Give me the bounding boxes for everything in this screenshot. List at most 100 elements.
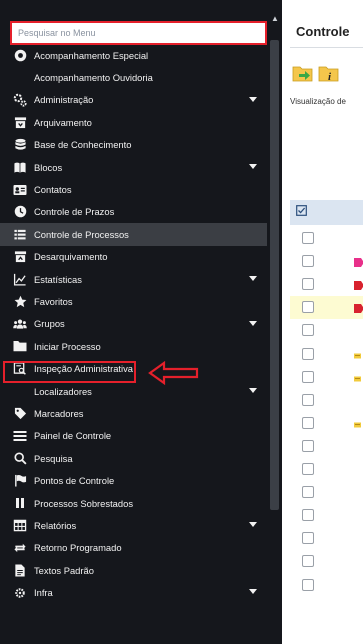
sidebar-item-relatorios[interactable]: Relatórios — [0, 514, 267, 536]
icon-spacer — [13, 71, 27, 85]
sidebar-item-label: Infra — [34, 587, 53, 599]
row-checkbox[interactable] — [302, 532, 314, 545]
sidebar-item-iniciar-processo[interactable]: Iniciar Processo — [0, 335, 267, 357]
sidebar-item-label: Iniciar Processo — [34, 340, 101, 352]
search-box — [10, 21, 267, 45]
title-divider — [290, 47, 363, 48]
sidebar-item-estatisticas[interactable]: Estatísticas — [0, 268, 267, 290]
sidebar-item-retorno-programado[interactable]: Retorno Programado — [0, 537, 267, 559]
row-checkbox[interactable] — [302, 393, 314, 406]
sidebar-item-label: Grupos — [34, 318, 65, 330]
sidebar-item-label: Favoritos — [34, 295, 73, 307]
book-icon — [13, 160, 27, 174]
sidebar-item-processos-sobrestados[interactable]: Processos Sobrestados — [0, 492, 267, 514]
chevron-down-icon[interactable] — [249, 96, 257, 102]
row-checkbox[interactable] — [302, 347, 314, 360]
sidebar-item-localizadores[interactable]: Localizadores — [0, 380, 267, 402]
row-checkbox[interactable] — [302, 278, 314, 291]
exchange-icon — [13, 541, 27, 555]
annotation-arrow-icon — [148, 361, 199, 385]
table-row — [290, 389, 363, 412]
chevron-down-icon[interactable] — [249, 522, 257, 528]
sidebar-item-grupos[interactable]: Grupos — [0, 313, 267, 335]
sidebar-item-label: Textos Padrão — [34, 564, 94, 576]
contact-card-icon — [13, 183, 27, 197]
table-row — [290, 227, 363, 250]
sidebar-item-painel-de-controle[interactable]: Painel de Controle — [0, 425, 267, 447]
star-icon — [13, 294, 27, 308]
row-checkbox[interactable] — [302, 370, 314, 383]
sidebar-item-pontos-de-controle[interactable]: Pontos de Controle — [0, 469, 267, 491]
table-icon — [13, 518, 27, 532]
table-row — [290, 296, 363, 320]
eye-icon — [13, 48, 27, 62]
open-process-folder-icon[interactable] — [292, 63, 314, 83]
process-info-folder-icon[interactable]: i — [318, 63, 340, 83]
icon-spacer — [13, 384, 27, 398]
tag-icon — [13, 406, 27, 420]
sidebar-item-blocos[interactable]: Blocos — [0, 156, 267, 178]
sidebar-item-marcadores[interactable]: Marcadores — [0, 402, 267, 424]
sidebar-item-acompanhamento-especial[interactable]: Acompanhamento Especial — [0, 44, 267, 66]
chevron-down-icon[interactable] — [249, 163, 257, 169]
sidebar-item-infra[interactable]: Infra — [0, 581, 267, 603]
sidebar-item-acompanhamento-ouvidoria[interactable]: Acompanhamento Ouvidoria — [0, 66, 267, 88]
sidebar-item-controle-de-processos[interactable]: Controle de Processos — [0, 223, 267, 246]
row-checkbox[interactable] — [302, 301, 314, 314]
select-all-checkbox-icon[interactable] — [296, 205, 307, 216]
sidebar-item-pesquisa[interactable]: Pesquisa — [0, 447, 267, 469]
folder-icon — [13, 339, 27, 353]
table-row — [290, 550, 363, 573]
row-checkbox[interactable] — [302, 255, 314, 268]
sidebar-item-label: Relatórios — [34, 519, 77, 531]
sidebar-item-arquivamento[interactable]: Arquivamento — [0, 111, 267, 133]
sidebar-item-label: Retorno Programado — [34, 542, 122, 554]
group-icon — [13, 317, 27, 331]
table-row — [290, 343, 363, 366]
pause-icon — [13, 496, 27, 510]
unarchive-box-icon — [13, 250, 27, 264]
row-checkbox[interactable] — [302, 439, 314, 452]
flag-icon — [13, 474, 27, 488]
row-checkbox[interactable] — [302, 416, 314, 429]
sidebar-item-label: Base de Conhecimento — [34, 139, 132, 151]
row-checkbox[interactable] — [302, 324, 314, 337]
table-row — [290, 366, 363, 389]
scroll-up-icon[interactable]: ▲ — [271, 14, 279, 23]
sidebar-item-label: Blocos — [34, 161, 63, 173]
sidebar-item-base-de-conhecimento[interactable]: Base de Conhecimento — [0, 134, 267, 156]
table-row — [290, 250, 363, 273]
menu-lines-icon — [13, 429, 27, 443]
row-checkbox[interactable] — [302, 486, 314, 499]
sidebar-item-textos-padrao[interactable]: Textos Padrão — [0, 559, 267, 581]
table-row — [290, 504, 363, 527]
sidebar-item-label: Localizadores — [34, 385, 92, 397]
row-checkbox[interactable] — [302, 555, 314, 568]
row-checkbox[interactable] — [302, 578, 314, 591]
sidebar-item-label: Acompanhamento Ouvidoria — [34, 72, 153, 84]
sidebar-item-label: Desarquivamento — [34, 251, 108, 263]
scrollbar-thumb[interactable] — [270, 40, 279, 510]
table-row — [290, 574, 363, 597]
row-checkbox[interactable] — [302, 232, 314, 244]
chevron-down-icon[interactable] — [249, 589, 257, 595]
menu-search-input[interactable] — [12, 23, 265, 43]
sidebar-item-label: Estatísticas — [34, 273, 82, 285]
chevron-down-icon[interactable] — [249, 275, 257, 281]
sidebar-item-label: Controle de Processos — [34, 228, 129, 240]
row-checkbox[interactable] — [302, 463, 314, 475]
sidebar-item-administracao[interactable]: Administração — [0, 89, 267, 111]
table-row — [290, 481, 363, 504]
sidebar-item-label: Processos Sobrestados — [34, 497, 134, 509]
row-checkbox[interactable] — [302, 509, 314, 522]
table-row — [290, 412, 363, 435]
sidebar-item-label: Acompanhamento Especial — [34, 49, 149, 61]
sidebar-item-contatos[interactable]: Contatos — [0, 178, 267, 200]
sidebar-item-desarquivamento[interactable]: Desarquivamento — [0, 246, 267, 268]
sidebar-item-favoritos[interactable]: Favoritos — [0, 290, 267, 312]
sidebar-item-controle-de-prazos[interactable]: Controle de Prazos — [0, 201, 267, 223]
chevron-down-icon[interactable] — [249, 320, 257, 326]
page-title: Controle — [296, 24, 350, 39]
gears-icon — [13, 93, 27, 107]
chevron-down-icon[interactable] — [249, 387, 257, 393]
